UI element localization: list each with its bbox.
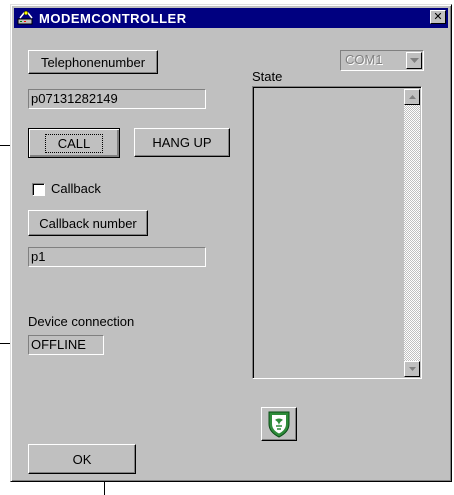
dropdown-arrow-icon[interactable] <box>406 52 422 69</box>
callback-number-button[interactable]: Callback number <box>28 210 148 236</box>
title-bar[interactable]: MODEMCONTROLLER ✕ <box>14 8 448 28</box>
state-label: State <box>252 69 283 84</box>
shield-logo-icon <box>268 411 290 438</box>
telephonenumber-button[interactable]: Telephonenumber <box>28 50 158 74</box>
shield-logo-button[interactable] <box>261 407 297 441</box>
close-icon[interactable]: ✕ <box>430 10 446 24</box>
callback-label: Callback <box>51 181 101 196</box>
callback-number-field[interactable]: p1 <box>28 247 206 267</box>
call-button[interactable]: CALL <box>28 128 120 158</box>
scroll-down-arrow-icon[interactable] <box>404 361 420 377</box>
window-title: MODEMCONTROLLER <box>39 10 187 26</box>
com-port-value: COM1 <box>345 52 383 67</box>
modem-app-icon <box>17 10 33 25</box>
device-connection-status: OFFLINE <box>28 335 104 355</box>
state-log-list[interactable] <box>252 86 422 379</box>
call-button-label: CALL <box>44 133 104 153</box>
modem-controller-window: MODEMCONTROLLER ✕ Telephonenumber p07131… <box>10 4 452 482</box>
hang-up-button[interactable]: HANG UP <box>134 128 230 157</box>
ok-button[interactable]: OK <box>28 444 136 474</box>
device-connection-label: Device connection <box>28 314 135 329</box>
callback-checkbox[interactable] <box>32 183 45 196</box>
scroll-up-arrow-icon[interactable] <box>404 89 420 105</box>
leader-line-bottom <box>104 482 105 495</box>
telephone-number-field[interactable]: p07131282149 <box>28 89 206 109</box>
state-log-scrollbar[interactable] <box>404 89 420 377</box>
com-port-select[interactable]: COM1 <box>340 50 424 71</box>
